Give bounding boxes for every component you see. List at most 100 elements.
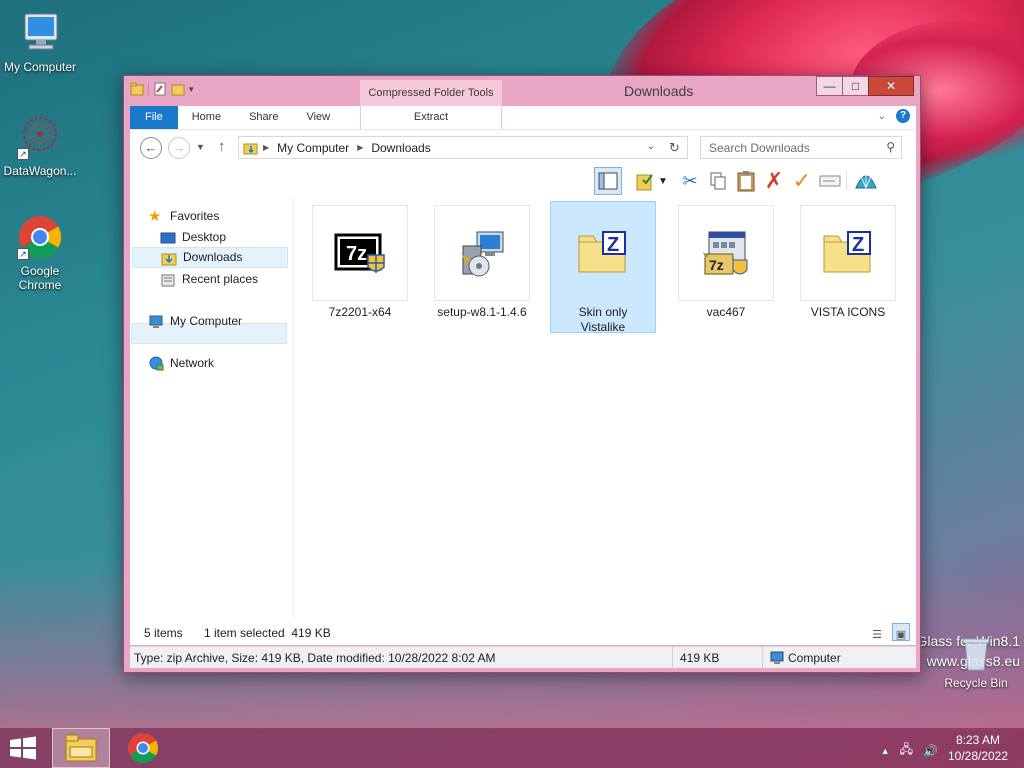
- file-item[interactable]: setup-w8.1-1.4.6: [430, 205, 534, 335]
- nav-desktop[interactable]: Desktop: [160, 227, 226, 248]
- tab-home[interactable]: Home: [178, 106, 235, 129]
- desktop-icon-datawagon[interactable]: ↗ DataWagon...: [0, 114, 80, 178]
- network-status-icon[interactable]: 🖧: [900, 740, 913, 761]
- nav-favorites[interactable]: ★ Favorites: [148, 206, 219, 227]
- details-size: 419 KB: [680, 651, 720, 665]
- nav-item-label: Favorites: [170, 209, 220, 223]
- tab-file[interactable]: File: [130, 106, 178, 129]
- desktop-icon-google-chrome[interactable]: ↗ Google Chrome: [0, 214, 80, 292]
- delete-button[interactable]: ✗: [760, 167, 788, 195]
- folder-icon: [130, 82, 144, 96]
- back-button[interactable]: ←: [140, 137, 162, 159]
- zip-folder-icon: Z: [555, 205, 651, 301]
- command-toolbar: ▼ ✂ ✗ ✓: [130, 165, 916, 197]
- expand-ribbon-icon[interactable]: ⌄: [878, 111, 886, 122]
- checkmark-icon: ✓: [792, 168, 812, 193]
- scissors-icon: ✂: [682, 170, 698, 191]
- nav-recent-places[interactable]: Recent places: [160, 269, 258, 290]
- details-view-button[interactable]: ☰: [868, 623, 886, 641]
- breadcrumb-separator-icon: ▶: [357, 143, 364, 152]
- file-item[interactable]: 7z vac467: [674, 205, 778, 335]
- desktop-icon-label: My Computer: [3, 60, 77, 74]
- more-options-dropdown-icon[interactable]: ▼: [656, 167, 670, 195]
- nav-item-label: Downloads: [183, 250, 243, 264]
- taskbar-chrome[interactable]: [114, 728, 172, 768]
- address-dropdown-icon[interactable]: ⌄: [647, 141, 655, 152]
- file-item[interactable]: Z VISTA ICONS: [796, 205, 900, 335]
- search-icon[interactable]: ⚲: [886, 140, 895, 154]
- file-name: setup-w8.1-1.4.6: [437, 305, 527, 319]
- shell-icon: [855, 174, 877, 189]
- copy-icon: [710, 172, 726, 190]
- nav-item-label: My Computer: [170, 314, 243, 328]
- large-icons-view-button[interactable]: ▣: [892, 623, 910, 641]
- taskbar: ▲ 🖧 🔊 8:23 AM 10/28/2022: [0, 728, 1024, 768]
- search-box[interactable]: ⚲: [700, 136, 902, 159]
- preview-pane-button[interactable]: [594, 167, 622, 195]
- help-icon[interactable]: ?: [896, 109, 910, 123]
- folder-icon: [243, 143, 258, 154]
- search-input[interactable]: [701, 137, 871, 158]
- recent-locations-dropdown-icon[interactable]: ▼: [196, 142, 205, 152]
- close-button[interactable]: ✕: [868, 76, 914, 96]
- desktop-icon-my-computer[interactable]: My Computer: [0, 10, 80, 74]
- clock[interactable]: 8:23 AM 10/28/2022: [946, 732, 1010, 764]
- volume-icon[interactable]: 🔊: [923, 744, 938, 758]
- details-view-icon: ☰: [872, 629, 882, 641]
- recent-places-icon: [161, 274, 175, 286]
- tab-view[interactable]: View: [292, 106, 344, 129]
- start-button[interactable]: [8, 736, 38, 760]
- clipboard-icon: [737, 171, 755, 192]
- ribbon-tabs: File Home Share View Extract ⌄ ?: [130, 106, 916, 129]
- up-button[interactable]: ↑: [218, 138, 226, 155]
- show-hidden-icons-icon[interactable]: ▲: [881, 746, 890, 756]
- customize-qat-icon[interactable]: ▾: [189, 84, 194, 95]
- navigation-bar: ← → ▼ ↑ ▶ My Computer ▶ Downloads ⌄ ↻ ⚲: [130, 129, 916, 165]
- datawagon-icon: ↗: [17, 114, 63, 160]
- computer-icon: [17, 10, 63, 56]
- breadcrumb-downloads[interactable]: Downloads: [371, 141, 430, 155]
- explorer-window[interactable]: ▾ Compressed Folder Tools Downloads — □ …: [123, 75, 921, 673]
- context-tab-header: Compressed Folder Tools: [360, 80, 502, 106]
- large-icons-view-icon: ▣: [895, 629, 907, 641]
- shortcut-arrow-icon: ↗: [17, 148, 29, 160]
- 7z-archive-app-icon: 7z: [678, 205, 774, 301]
- minimize-button[interactable]: —: [816, 76, 843, 96]
- item-count: 5 items: [144, 626, 183, 640]
- desktop-icon-label: DataWagon...: [3, 164, 77, 178]
- copy-button[interactable]: [704, 167, 732, 195]
- address-bar[interactable]: ▶ My Computer ▶ Downloads ⌄: [238, 136, 688, 159]
- file-name: Skin only Vistalike: [578, 305, 628, 334]
- nav-my-computer[interactable]: My Computer: [148, 311, 242, 332]
- nav-network[interactable]: Network: [148, 353, 214, 374]
- details-divider: [762, 647, 763, 669]
- tab-extract[interactable]: Extract: [360, 106, 502, 129]
- refresh-button[interactable]: ↻: [662, 136, 688, 159]
- check-button[interactable]: ✓: [788, 167, 816, 195]
- computer-icon: [149, 315, 163, 328]
- forward-button[interactable]: →: [168, 137, 190, 159]
- breadcrumb-separator-icon: ▶: [263, 143, 270, 152]
- shell-button[interactable]: [852, 167, 880, 195]
- desktop-icon-label: Google Chrome: [18, 264, 62, 292]
- paste-button[interactable]: [732, 167, 760, 195]
- taskbar-file-explorer[interactable]: [52, 728, 110, 768]
- system-tray: ▲ 🖧 🔊 8:23 AM 10/28/2022: [864, 728, 1024, 768]
- setup-installer-icon: [434, 205, 530, 301]
- properties-icon[interactable]: [153, 82, 167, 96]
- title-bar[interactable]: ▾ Compressed Folder Tools Downloads — □ …: [124, 76, 920, 106]
- desktop-icon-recycle-bin[interactable]: Recycle Bin: [936, 636, 1016, 690]
- new-folder-icon[interactable]: [171, 82, 185, 96]
- details-divider: [672, 647, 673, 669]
- breadcrumb-my-computer[interactable]: My Computer: [277, 141, 349, 155]
- file-item[interactable]: 7z 7z2201-x64: [308, 205, 412, 335]
- maximize-button[interactable]: □: [842, 76, 869, 96]
- tab-share[interactable]: Share: [235, 106, 292, 129]
- rename-button[interactable]: [816, 167, 844, 195]
- nav-downloads[interactable]: Downloads: [132, 247, 288, 268]
- cut-button[interactable]: ✂: [676, 167, 704, 195]
- svg-text:Z: Z: [852, 234, 864, 256]
- details-info: Type: zip Archive, Size: 419 KB, Date mo…: [134, 651, 496, 665]
- selection-info: 1 item selected 419 KB: [204, 626, 331, 640]
- file-item-selected[interactable]: Z Skin only Vistalike: [550, 201, 656, 334]
